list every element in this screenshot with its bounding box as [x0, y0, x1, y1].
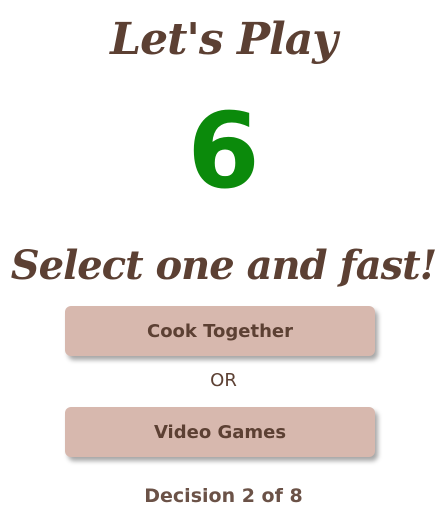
decision-progress: Decision 2 of 8: [144, 485, 303, 507]
choice-button-cook-together[interactable]: Cook Together: [65, 306, 375, 356]
game-title: Let's Play: [110, 14, 338, 65]
choice-button-video-games[interactable]: Video Games: [65, 407, 375, 457]
or-separator: OR: [210, 370, 237, 391]
countdown-timer: 6: [187, 90, 260, 212]
prompt-text: Select one and fast!: [10, 242, 437, 289]
